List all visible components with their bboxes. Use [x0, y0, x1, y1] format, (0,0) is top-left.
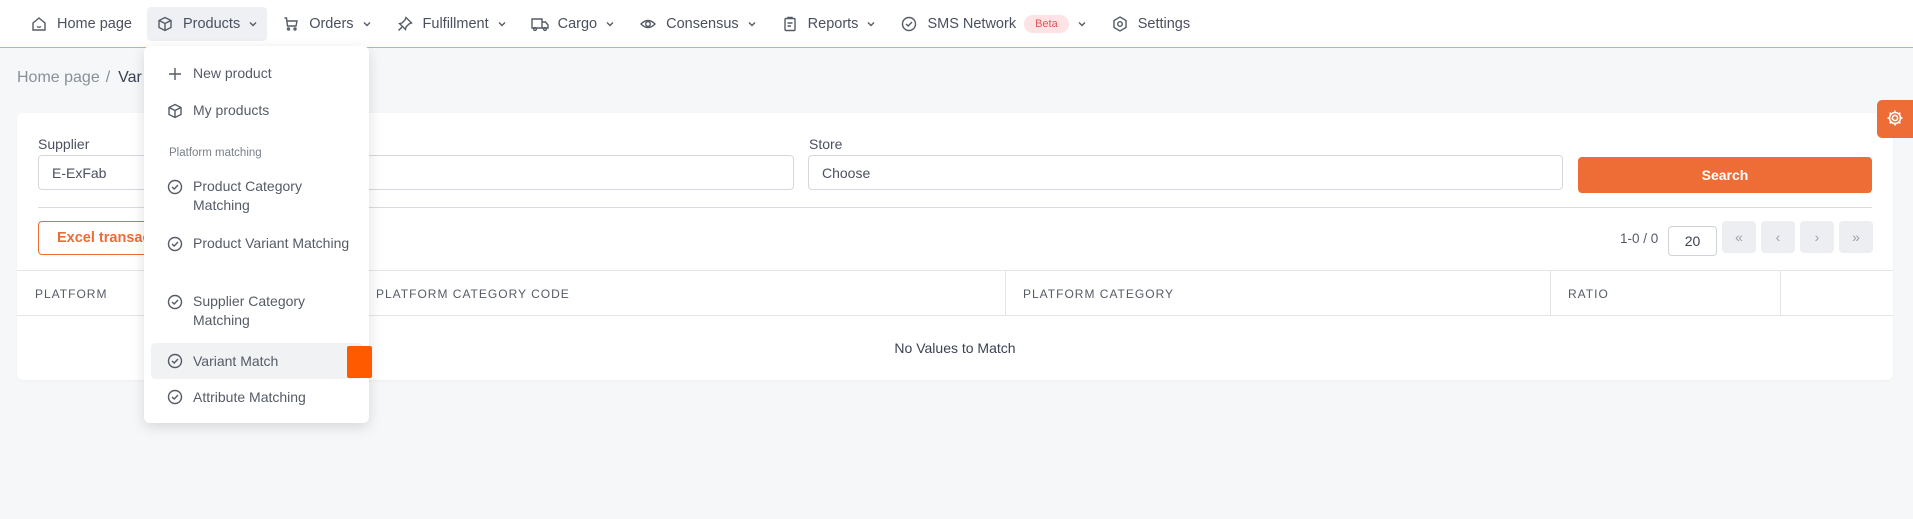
chevron-down-icon [605, 19, 615, 29]
menu-section-platform-matching: Platform matching [169, 147, 262, 159]
check-circle-icon [167, 179, 183, 195]
nav-products-label: Products [182, 15, 241, 32]
cart-icon [282, 15, 300, 33]
chevron-down-icon [866, 19, 876, 29]
settings-hex-icon [1111, 15, 1129, 33]
check-circle-icon [167, 236, 183, 252]
menu-item-supplier-category-matching[interactable]: Supplier Category Matching [151, 292, 362, 334]
menu-item-label: New product [193, 64, 272, 81]
chevron-down-icon [497, 19, 507, 29]
nav-orders[interactable]: Orders [273, 7, 380, 41]
nav-sms-network-label: SMS Network [927, 15, 1017, 32]
home-icon [30, 15, 48, 33]
nav-consensus[interactable]: Consensus [630, 7, 766, 41]
menu-item-product-variant-matching[interactable]: Product Variant Matching [151, 234, 362, 276]
chevron-down-icon [747, 19, 757, 29]
nav-settings[interactable]: Settings [1102, 7, 1199, 41]
last-page-button[interactable]: » [1839, 221, 1873, 253]
store-label: Store [809, 136, 843, 152]
column-header-platform[interactable]: PLATFORM [17, 271, 107, 316]
nav-reports[interactable]: Reports [772, 7, 886, 41]
menu-item-label: My products [193, 101, 270, 118]
truck-icon [530, 15, 549, 33]
box-icon [156, 15, 174, 33]
menu-item-label: Attribute Matching [193, 388, 306, 405]
nav-consensus-label: Consensus [666, 15, 739, 32]
nav-home[interactable]: Home page [21, 7, 141, 41]
menu-item-variant-match[interactable]: Variant Match [151, 343, 362, 379]
menu-item-attribute-matching[interactable]: Attribute Matching [151, 385, 362, 409]
pin-icon [396, 15, 414, 33]
menu-item-new-product[interactable]: New product [151, 61, 362, 85]
nav-fulfillment[interactable]: Fulfillment [387, 7, 516, 41]
nav-reports-label: Reports [807, 15, 859, 32]
breadcrumb-current: Var [118, 69, 142, 86]
box-icon [167, 103, 183, 119]
menu-item-label: Supplier Category Matching [193, 293, 306, 328]
first-page-button[interactable]: « [1722, 221, 1756, 253]
supplier-label: Supplier [38, 136, 90, 152]
chevron-down-icon [362, 19, 372, 29]
nav-sms-network[interactable]: SMS Network Beta [891, 7, 1095, 41]
column-separator [1780, 271, 1781, 316]
next-page-button[interactable]: › [1800, 221, 1834, 253]
plus-icon [167, 66, 183, 82]
column-header-platform-category[interactable]: PLATFORM CATEGORY [1005, 271, 1174, 316]
prev-page-button[interactable]: ‹ [1761, 221, 1795, 253]
menu-item-label: Variant Match [193, 352, 279, 369]
check-circle-icon [167, 353, 183, 369]
store-select[interactable]: Choose [808, 155, 1563, 190]
nav-cargo[interactable]: Cargo [522, 7, 625, 41]
column-header-ratio[interactable]: RATIO [1550, 271, 1609, 316]
nav-settings-label: Settings [1137, 15, 1191, 32]
check-circle-icon [900, 15, 918, 33]
breadcrumb-separator: / [105, 69, 111, 86]
eye-icon [639, 15, 657, 33]
clipboard-icon [781, 15, 799, 33]
active-item-marker [347, 346, 372, 378]
check-circle-icon [167, 389, 183, 405]
check-circle-icon [167, 294, 183, 310]
nav-orders-label: Orders [309, 15, 354, 32]
nav-cargo-label: Cargo [557, 15, 598, 32]
nav-home-label: Home page [57, 15, 132, 32]
gear-icon [1886, 109, 1904, 130]
breadcrumb: Home page / Var [17, 69, 142, 87]
products-dropdown-menu: New product My products Platform matchin… [144, 46, 369, 423]
page-size-input[interactable]: 20 [1668, 226, 1717, 256]
pager-range: 1-0 / 0 [1620, 231, 1659, 246]
beta-badge: Beta [1024, 14, 1069, 33]
top-navigation: Home page Products Orders Fulfillment Ca… [0, 0, 1913, 48]
breadcrumb-home[interactable]: Home page [17, 69, 100, 87]
menu-item-product-category-matching[interactable]: Product Category Matching [151, 177, 362, 219]
column-header-platform-category-code[interactable]: PLATFORM CATEGORY CODE [358, 271, 570, 316]
menu-item-label: Product Variant Matching [193, 235, 350, 251]
chevron-down-icon [248, 19, 258, 29]
search-button[interactable]: Search [1578, 157, 1872, 193]
menu-item-my-products[interactable]: My products [151, 98, 362, 122]
settings-panel-toggle[interactable] [1877, 100, 1913, 138]
chevron-down-icon [1077, 19, 1087, 29]
nav-products[interactable]: Products [146, 6, 268, 41]
menu-item-label: Product Category Matching [193, 178, 302, 213]
nav-fulfillment-label: Fulfillment [422, 15, 489, 32]
